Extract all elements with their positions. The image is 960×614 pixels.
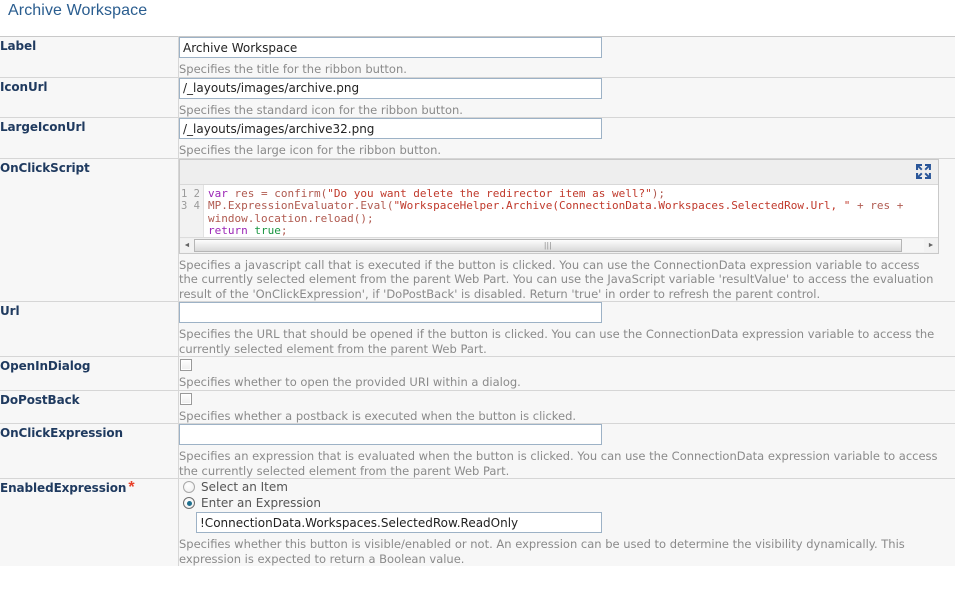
property-help-text: Specifies the URL that should be opened … (179, 327, 935, 356)
code-editor-toolbar (180, 159, 938, 185)
code-token: true (254, 224, 281, 237)
property-label: LargeIconUrl (0, 120, 86, 134)
input-iconurl[interactable] (179, 77, 602, 99)
code-editor: 1 2 3 4 var res = confirm("Do you want de… (179, 158, 939, 254)
property-help-text: Specifies the standard icon for the ribb… (179, 102, 463, 117)
code-horizontal-scrollbar[interactable]: ◄ ||| ► (180, 236, 938, 253)
property-field-cell: Specifies the standard icon for the ribb… (178, 76, 955, 118)
property-field-cell: Specifies an expression that is evaluate… (178, 423, 955, 479)
property-label: Label (0, 39, 37, 53)
property-help-text: Specifies whether to open the provided U… (179, 375, 521, 389)
input-onclickexpression[interactable] (179, 424, 602, 445)
code-token: MP.ExpressionEvaluator.Eval (208, 199, 387, 212)
property-field-cell: 1 2 3 4 var res = confirm("Do you want de… (178, 157, 955, 302)
code-token: return (208, 224, 248, 237)
property-row: OnClickScript 1 2 3 4 var res = confirm("D… (0, 157, 955, 302)
property-row: EnabledExpression * Select an Item Enter an… (0, 478, 955, 566)
property-help-text: Specifies whether a postback is executed… (179, 408, 577, 423)
property-help-text: Specifies the title for the ribbon butto… (179, 62, 407, 76)
property-label: Url (0, 304, 20, 318)
input-url[interactable] (179, 302, 602, 323)
property-help-text: Specifies a javascript call that is exec… (179, 257, 934, 301)
input-enabledexpression[interactable] (196, 512, 602, 533)
property-row: DoPostBack Specifies whether a postback i… (0, 389, 955, 424)
property-row: Url Specifies the URL that should be open… (0, 301, 955, 357)
scrollbar-grip-icon: ||| (544, 240, 552, 250)
code-token: confirm (274, 186, 321, 200)
input-largeiconurl[interactable] (179, 118, 602, 139)
required-asterisk: * (128, 479, 135, 496)
code-content[interactable]: var res = confirm("Do you want delete th… (204, 185, 938, 237)
scrollbar-thumb[interactable]: ||| (194, 238, 903, 252)
property-label: OnClickScript (0, 160, 90, 175)
radio-option[interactable]: Enter an Expression (183, 496, 955, 510)
code-token: var (208, 186, 228, 200)
property-label: OpenInDialog (0, 359, 91, 373)
radio-enter-expression[interactable] (183, 497, 195, 509)
radio-option[interactable]: Select an Item (183, 480, 955, 494)
input-label[interactable] (179, 37, 602, 58)
property-help-text: Specifies whether this button is visible… (179, 537, 905, 566)
checkbox-openindialog[interactable] (180, 359, 192, 371)
property-label-cell: EnabledExpression * (0, 478, 179, 566)
property-label-cell: OnClickExpression (0, 423, 179, 479)
radio-option-label: Enter an Expression (201, 496, 321, 510)
property-row: OpenInDialog Specifies whether to open th… (0, 356, 955, 390)
code-token: window.location.reload (208, 211, 354, 225)
property-row: IconUrl Specifies the standard icon for t… (0, 76, 955, 118)
property-field-cell: Specifies whether a postback is executed… (178, 389, 955, 424)
page-root: Archive Workspace Label Specifies the tit… (0, 0, 960, 614)
property-label: IconUrl (0, 79, 48, 94)
property-field-cell: Specifies the title for the ribbon butto… (178, 36, 955, 77)
property-row: Label Specifies the title for the ribbon … (0, 36, 955, 77)
property-label-cell: Url (0, 301, 179, 357)
property-label: EnabledExpression (0, 481, 127, 495)
radio-option-label: Select an Item (201, 480, 288, 494)
code-editor-body[interactable]: 1 2 3 4 var res = confirm("Do you want de… (180, 184, 938, 237)
code-line-numbers: 1 2 3 4 (180, 184, 204, 237)
property-form-table: Label Specifies the title for the ribbon … (0, 36, 955, 566)
property-row: OnClickExpression Specifies an expression… (0, 423, 955, 479)
property-label-cell: OpenInDialog (0, 356, 179, 390)
code-token: ; (280, 224, 288, 237)
property-row: LargeIconUrl Specifies the large icon for… (0, 117, 955, 158)
property-label-cell: LargeIconUrl (0, 117, 179, 158)
property-label-cell: DoPostBack (0, 389, 179, 424)
code-token: + res + (850, 199, 904, 212)
property-label-cell: Label (0, 36, 179, 77)
code-token: (); (353, 211, 374, 225)
code-token: ); (651, 186, 665, 200)
code-token: "Do you want delete the redirector item … (327, 186, 652, 200)
radio-select-item[interactable] (183, 481, 195, 493)
property-label: DoPostBack (0, 392, 80, 407)
checkbox-dopostback[interactable] (180, 392, 192, 405)
property-label-cell: OnClickScript (0, 157, 179, 302)
property-field-cell: Specifies the large icon for the ribbon … (178, 117, 955, 158)
scroll-left-arrow-icon[interactable]: ◄ (180, 238, 194, 252)
property-label: OnClickExpression (0, 426, 123, 440)
property-field-cell: Specifies whether to open the provided U… (178, 356, 955, 390)
property-help-text: Specifies an expression that is evaluate… (179, 449, 938, 478)
property-field-cell: Select an Item Enter an Expression Specifi… (178, 478, 955, 566)
scroll-right-arrow-icon[interactable]: ► (924, 238, 938, 252)
property-field-cell: Specifies the URL that should be opened … (178, 301, 955, 357)
code-token: "WorkspaceHelper.Archive(ConnectionData.… (393, 199, 851, 212)
code-line: return true; (208, 224, 938, 237)
scrollbar-track[interactable]: ||| (194, 238, 924, 252)
property-help-text: Specifies the large icon for the ribbon … (179, 143, 442, 157)
code-line: window.location.reload(); (208, 211, 938, 226)
page-title: Archive Workspace (8, 2, 148, 19)
expand-fullscreen-icon[interactable] (915, 163, 932, 180)
property-label-cell: IconUrl (0, 76, 179, 118)
code-token: res = (227, 186, 275, 200)
